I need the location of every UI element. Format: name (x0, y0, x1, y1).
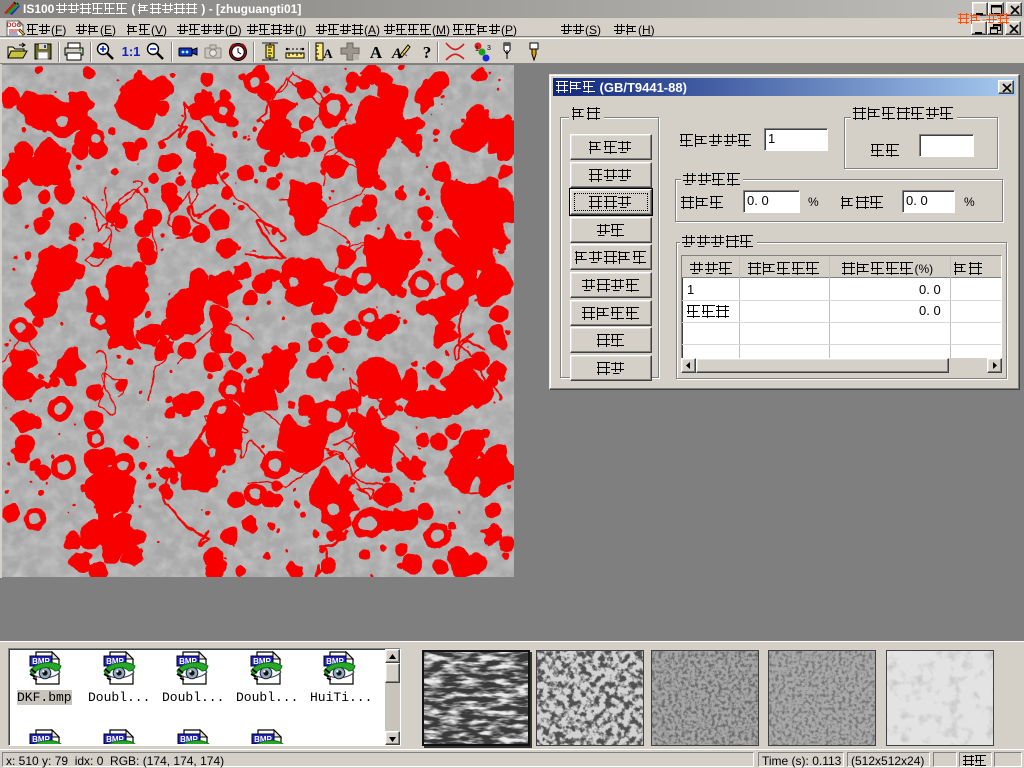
svg-text:A: A (370, 43, 383, 62)
svg-text:?: ? (423, 43, 432, 62)
svg-text:A: A (323, 46, 333, 61)
svg-text:1: 1 (475, 46, 479, 53)
svg-text:1:1: 1:1 (122, 44, 141, 59)
svg-text:DOC: DOC (7, 22, 22, 29)
svg-text:3: 3 (487, 45, 491, 52)
